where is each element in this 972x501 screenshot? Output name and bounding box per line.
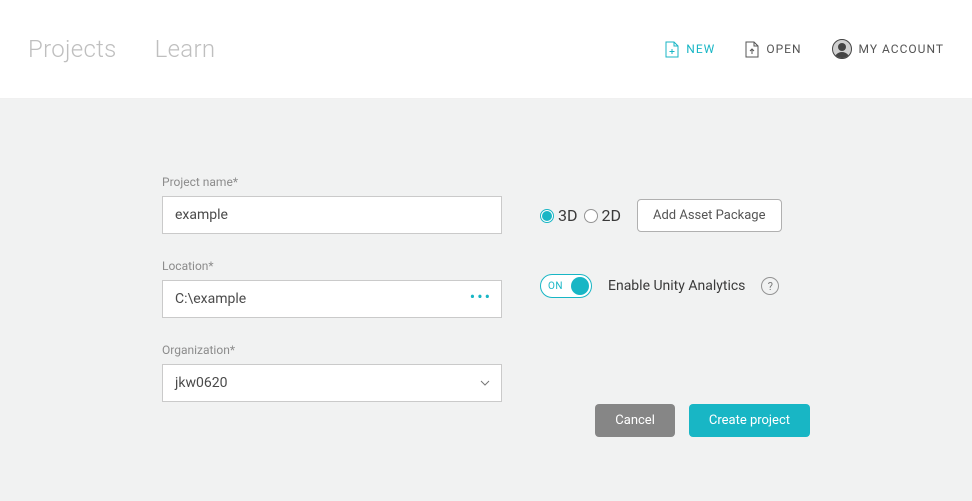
analytics-row: ON Enable Unity Analytics ? — [540, 274, 820, 298]
organization-select[interactable]: jkw0620 — [162, 364, 502, 402]
location-group: Location* ••• — [162, 259, 502, 318]
content: Project name* Location* ••• Organization… — [0, 99, 972, 501]
radio-3d[interactable]: 3D — [540, 206, 578, 225]
tab-learn[interactable]: Learn — [155, 35, 216, 63]
project-name-input[interactable] — [162, 196, 502, 234]
my-account-button[interactable]: MY ACCOUNT — [832, 39, 944, 59]
toggle-state-label: ON — [548, 281, 563, 292]
organization-group: Organization* jkw0620 — [162, 343, 502, 402]
location-input[interactable] — [162, 280, 502, 318]
form-left-column: Project name* Location* ••• Organization… — [162, 175, 502, 427]
browse-location-icon[interactable]: ••• — [470, 289, 492, 309]
header: Projects Learn NEW OPEN MY ACCOUNT — [0, 0, 972, 99]
project-name-label: Project name* — [162, 175, 502, 189]
location-label: Location* — [162, 259, 502, 273]
radio-3d-label: 3D — [558, 206, 578, 225]
new-button[interactable]: NEW — [665, 41, 715, 58]
header-actions: NEW OPEN MY ACCOUNT — [665, 39, 944, 59]
radio-2d[interactable]: 2D — [584, 206, 622, 225]
radio-2d-circle — [584, 209, 598, 223]
open-file-icon — [745, 41, 759, 58]
dimension-radio-group: 3D 2D — [540, 206, 621, 225]
button-row: Cancel Create project — [595, 404, 810, 437]
add-asset-package-button[interactable]: Add Asset Package — [637, 199, 782, 232]
cancel-button[interactable]: Cancel — [595, 404, 675, 437]
open-button[interactable]: OPEN — [745, 41, 801, 58]
organization-label: Organization* — [162, 343, 502, 357]
open-label: OPEN — [766, 42, 801, 56]
create-project-button[interactable]: Create project — [689, 404, 810, 437]
tab-projects[interactable]: Projects — [28, 35, 117, 63]
project-name-group: Project name* — [162, 175, 502, 234]
dimension-row: 3D 2D Add Asset Package — [540, 199, 820, 232]
form-right-column: 3D 2D Add Asset Package ON Enable Unity … — [540, 199, 820, 298]
radio-2d-label: 2D — [602, 206, 622, 225]
avatar-icon — [832, 39, 852, 59]
header-tabs: Projects Learn — [28, 35, 215, 63]
analytics-label: Enable Unity Analytics — [608, 278, 745, 294]
organization-value: jkw0620 — [175, 375, 227, 391]
new-label: NEW — [686, 42, 715, 56]
new-file-icon — [665, 41, 679, 58]
radio-3d-circle — [540, 209, 554, 223]
analytics-help-icon[interactable]: ? — [761, 277, 779, 295]
analytics-toggle[interactable]: ON — [540, 274, 592, 298]
toggle-knob — [571, 277, 589, 295]
account-label: MY ACCOUNT — [859, 42, 944, 56]
